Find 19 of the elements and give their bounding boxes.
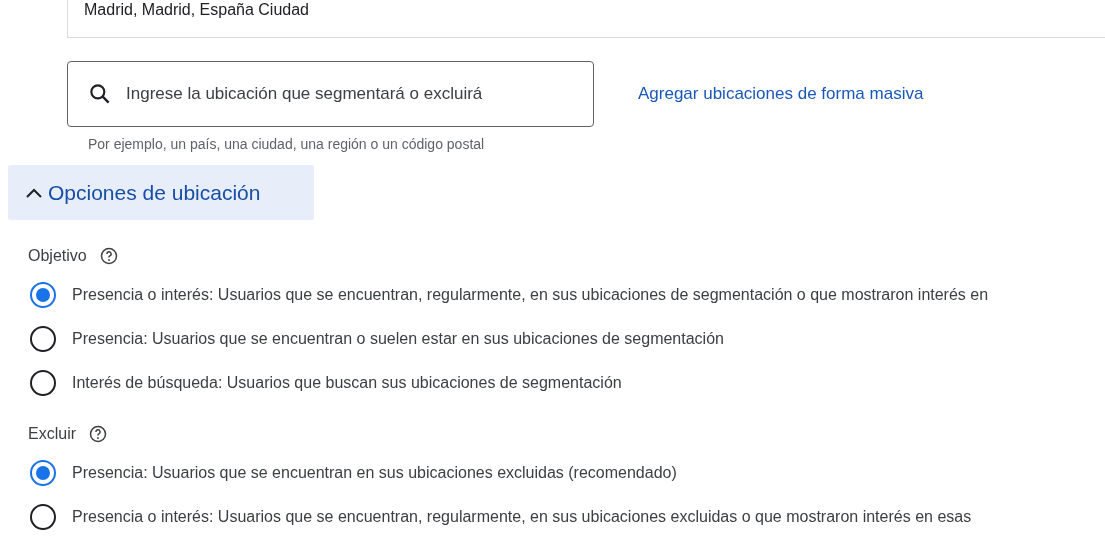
help-icon[interactable] bbox=[88, 424, 108, 444]
radio-label: Presencia: Usuarios que se encuentran o suelen estar en sus ubicaciones de segmentación bbox=[72, 329, 724, 349]
search-hint: Por ejemplo, un país, una ciudad, una región o un código postal bbox=[88, 135, 485, 154]
section-label: Objetivo bbox=[28, 246, 87, 266]
radio-button[interactable] bbox=[30, 370, 56, 396]
radio-label: Presencia: Usuarios que se encuentran en sus ubicaciones excluidas (recomendado) bbox=[72, 463, 677, 483]
radio-label: Interés de búsqueda: Usuarios que buscan sus ubicaciones de segmentación bbox=[72, 373, 622, 393]
radio-button[interactable] bbox=[30, 504, 56, 530]
section-label: Excluir bbox=[28, 424, 76, 444]
location-field[interactable]: Madrid, Madrid, España Ciudad bbox=[67, 0, 1105, 38]
help-icon[interactable] bbox=[98, 246, 119, 266]
radio-button[interactable] bbox=[30, 460, 56, 486]
radio-label: Presencia o interés: Usuarios que se encuentran, regularmente, en sus ubicaciones de segmentación o que mostraron interés en bbox=[72, 285, 989, 305]
radio-button[interactable] bbox=[30, 326, 56, 352]
bulk-add-link[interactable]: Agregar ubicaciones de forma masiva bbox=[638, 81, 924, 107]
radio-label: Presencia o interés: Usuarios que se encuentran, regularmente, en sus ubicaciones excluidas o que mostraron interés en esas bbox=[72, 507, 972, 527]
location-options-toggle[interactable]: Opciones de ubicación bbox=[8, 165, 314, 220]
radio-button[interactable] bbox=[30, 282, 56, 308]
search-field[interactable]: Ingrese la ubicación que segmentará o excluirá bbox=[67, 61, 594, 127]
